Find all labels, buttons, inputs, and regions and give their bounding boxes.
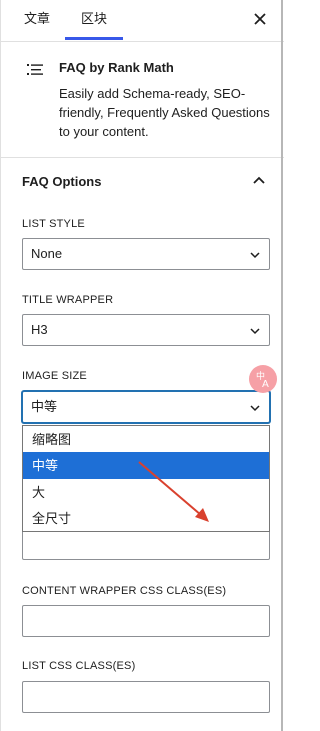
image-size-select[interactable]: 中等 bbox=[22, 391, 270, 423]
option-large[interactable]: 大 bbox=[23, 479, 269, 506]
list-css-label: LIST CSS CLASS(ES) bbox=[22, 660, 136, 672]
image-css-input[interactable] bbox=[22, 528, 270, 560]
sidebar-edge bbox=[281, 0, 283, 731]
list-icon bbox=[27, 64, 43, 75]
option-medium[interactable]: 中等 bbox=[23, 452, 269, 479]
chevron-down-icon bbox=[250, 405, 260, 412]
title-wrapper-value: H3 bbox=[31, 322, 48, 337]
block-card: FAQ by Rank Math Easily add Schema-ready… bbox=[1, 42, 284, 158]
svg-text:A: A bbox=[262, 379, 269, 390]
block-description: Easily add Schema-ready, SEO-friendly, F… bbox=[59, 86, 270, 139]
content-wrapper-css-label: CONTENT WRAPPER CSS CLASS(ES) bbox=[22, 585, 227, 597]
tab-document[interactable]: 文章 bbox=[17, 0, 57, 40]
title-wrapper-select[interactable]: H3 bbox=[22, 314, 270, 346]
block-settings-sidebar: 文章 区块 FAQ by Rank Math Easily add Schema… bbox=[0, 0, 284, 731]
image-size-dropdown: 缩略图 中等 大 全尺寸 bbox=[22, 425, 270, 532]
faq-options-panel-toggle[interactable]: FAQ Options bbox=[1, 158, 284, 204]
list-style-value: None bbox=[31, 246, 63, 261]
chevron-up-icon bbox=[253, 176, 265, 184]
tab-block[interactable]: 区块 bbox=[65, 0, 123, 40]
list-css-input[interactable] bbox=[22, 681, 270, 713]
close-icon[interactable] bbox=[250, 9, 270, 29]
translate-icon[interactable]: 中 A bbox=[249, 365, 277, 393]
image-size-label: IMAGE SIZE bbox=[22, 370, 87, 382]
list-style-label: LIST STYLE bbox=[22, 218, 85, 230]
chevron-down-icon bbox=[250, 252, 260, 259]
panel-title: FAQ Options bbox=[22, 174, 102, 189]
content-wrapper-css-input[interactable] bbox=[22, 605, 270, 637]
image-size-value: 中等 bbox=[31, 399, 58, 414]
title-wrapper-label: TITLE WRAPPER bbox=[22, 294, 114, 306]
block-title: FAQ by Rank Math bbox=[59, 60, 174, 75]
chevron-down-icon bbox=[250, 328, 260, 335]
list-style-select[interactable]: None bbox=[22, 238, 270, 270]
option-thumbnail[interactable]: 缩略图 bbox=[23, 426, 269, 453]
sidebar-tabs: 文章 区块 bbox=[1, 0, 284, 42]
option-full-size[interactable]: 全尺寸 bbox=[23, 505, 269, 532]
